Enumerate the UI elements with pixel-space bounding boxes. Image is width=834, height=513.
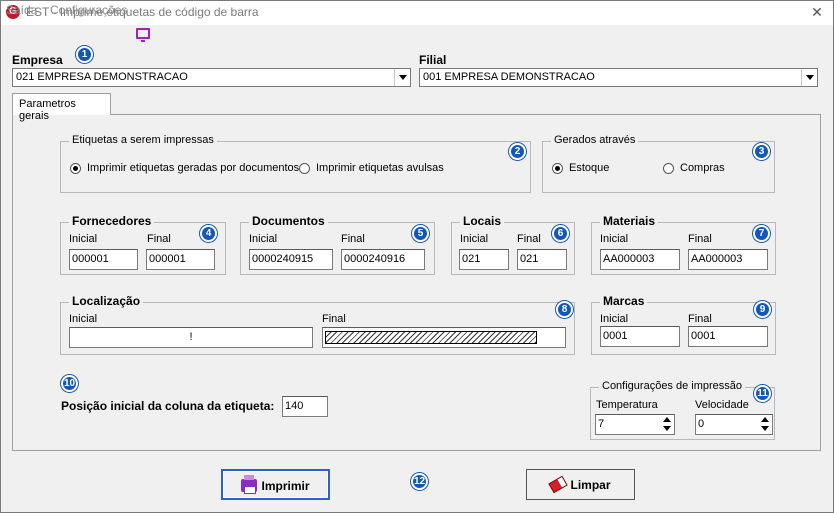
- localizacao-inicial-input[interactable]: !: [69, 327, 313, 348]
- spin-arrows-icon[interactable]: [758, 415, 772, 434]
- materiais-inicial-input[interactable]: AA000003: [600, 249, 680, 270]
- documentos-inicial-input[interactable]: 0000240915: [249, 249, 333, 270]
- marcas-title: Marcas: [600, 294, 648, 308]
- impressao-title: Configurações de impressão: [599, 380, 746, 392]
- fornecedores-final-label: Final: [147, 233, 171, 245]
- documentos-inicial-label: Inicial: [249, 233, 278, 245]
- filial-value: 001 EMPRESA DEMONSTRACAO: [423, 71, 595, 83]
- localizacao-inicial-label: Inicial: [69, 313, 98, 325]
- radio-geradas-documentos-label[interactable]: Imprimir etiquetas geradas por documento…: [87, 162, 299, 174]
- marcas-final-label: Final: [688, 313, 712, 325]
- filial-label: Filial: [419, 53, 447, 67]
- empresa-value: 021 EMPRESA DEMONSTRACAO: [16, 71, 188, 83]
- posicao-input[interactable]: 140: [282, 396, 328, 417]
- eraser-icon: [548, 475, 569, 494]
- marcas-inicial-input[interactable]: 0001: [600, 326, 680, 347]
- velocidade-value: 0: [698, 418, 705, 430]
- gerados-title: Gerados através: [551, 134, 639, 146]
- velocidade-label: Velocidade: [695, 399, 749, 411]
- tab-parametros-gerais[interactable]: Parametros gerais: [12, 93, 111, 122]
- locais-inicial-label: Inicial: [460, 233, 489, 245]
- locais-inicial-input[interactable]: 021: [459, 249, 509, 270]
- materiais-inicial-label: Inicial: [600, 233, 629, 245]
- localizacao-group: Localização Inicial Final !: [60, 294, 575, 355]
- empresa-label: Empresa: [12, 53, 63, 67]
- radio-avulsas[interactable]: [299, 163, 310, 174]
- fornecedores-title: Fornecedores: [69, 214, 155, 228]
- spin-arrows-icon[interactable]: [660, 415, 674, 434]
- materiais-group: Materiais Inicial Final AA000003 AA00000…: [591, 214, 776, 275]
- imprimir-label: Imprimir: [261, 479, 310, 493]
- badge-12: 12: [411, 473, 428, 490]
- localizacao-title: Localização: [69, 294, 144, 308]
- badge-10: 10: [61, 375, 78, 392]
- badge-4: 4: [200, 225, 217, 242]
- locais-final-label: Final: [517, 233, 541, 245]
- locais-final-input[interactable]: 021: [517, 249, 567, 270]
- limpar-label: Limpar: [570, 478, 611, 492]
- materiais-final-input[interactable]: AA000003: [688, 249, 768, 270]
- badge-9: 9: [754, 301, 771, 318]
- localizacao-final-hatch: [325, 331, 537, 344]
- badge-5: 5: [412, 225, 429, 242]
- badge-7: 7: [753, 225, 770, 242]
- badge-3: 3: [753, 143, 770, 160]
- badge-8: 8: [556, 301, 573, 318]
- velocidade-stepper[interactable]: 0: [695, 414, 773, 435]
- monitor-icon[interactable]: [136, 28, 150, 42]
- close-button[interactable]: ✕: [806, 3, 828, 21]
- menu-bar: [1, 25, 833, 45]
- fornecedores-inicial-label: Inicial: [69, 233, 98, 245]
- radio-avulsas-label[interactable]: Imprimir etiquetas avulsas: [316, 162, 444, 174]
- posicao-label: Posição inicial da coluna da etiqueta:: [61, 399, 275, 413]
- gerados-group: Gerados através Estoque Compras: [542, 134, 775, 193]
- etiquetas-group: Etiquetas a serem impressas Imprimir eti…: [60, 134, 531, 193]
- fornecedores-inicial-input[interactable]: 000001: [69, 249, 138, 270]
- radio-compras-label[interactable]: Compras: [680, 162, 725, 174]
- badge-6: 6: [552, 225, 569, 242]
- temperatura-label: Temperatura: [596, 399, 658, 411]
- documentos-final-label: Final: [341, 233, 365, 245]
- materiais-final-label: Final: [688, 233, 712, 245]
- badge-11: 11: [754, 385, 771, 402]
- empresa-select[interactable]: 021 EMPRESA DEMONSTRACAO: [12, 68, 411, 87]
- etiquetas-title: Etiquetas a serem impressas: [69, 134, 217, 146]
- chevron-down-icon[interactable]: [394, 69, 410, 86]
- menu-item-saida[interactable]: Saída: [6, 3, 37, 17]
- impressao-group: Configurações de impressão Temperatura V…: [590, 380, 775, 440]
- temperatura-stepper[interactable]: 7: [595, 414, 675, 435]
- documentos-group: Documentos Inicial Final 0000240915 0000…: [240, 214, 435, 275]
- localizacao-final-label: Final: [322, 313, 346, 325]
- marcas-inicial-label: Inicial: [600, 313, 629, 325]
- badge-2: 2: [509, 143, 526, 160]
- temperatura-value: 7: [598, 418, 605, 430]
- radio-estoque-label[interactable]: Estoque: [569, 162, 609, 174]
- radio-geradas-documentos[interactable]: [70, 163, 81, 174]
- localizacao-final-input[interactable]: [322, 327, 566, 348]
- marcas-final-input[interactable]: 0001: [688, 326, 768, 347]
- documentos-title: Documentos: [249, 214, 328, 228]
- chevron-down-icon[interactable]: [801, 69, 817, 86]
- radio-estoque[interactable]: [552, 163, 563, 174]
- documentos-final-input[interactable]: 0000240916: [341, 249, 425, 270]
- radio-compras[interactable]: [663, 163, 674, 174]
- marcas-group: Marcas Inicial Final 0001 0001: [591, 294, 776, 355]
- locais-title: Locais: [460, 214, 505, 228]
- imprimir-button[interactable]: Imprimir: [221, 469, 330, 500]
- limpar-button[interactable]: Limpar: [526, 469, 635, 500]
- materiais-title: Materiais: [600, 214, 659, 228]
- printer-icon: [241, 475, 258, 494]
- menu-item-configuracoes[interactable]: Configurações: [50, 3, 127, 17]
- fornecedores-final-input[interactable]: 000001: [146, 249, 215, 270]
- badge-1: 1: [76, 46, 93, 63]
- filial-select[interactable]: 001 EMPRESA DEMONSTRACAO: [419, 68, 818, 87]
